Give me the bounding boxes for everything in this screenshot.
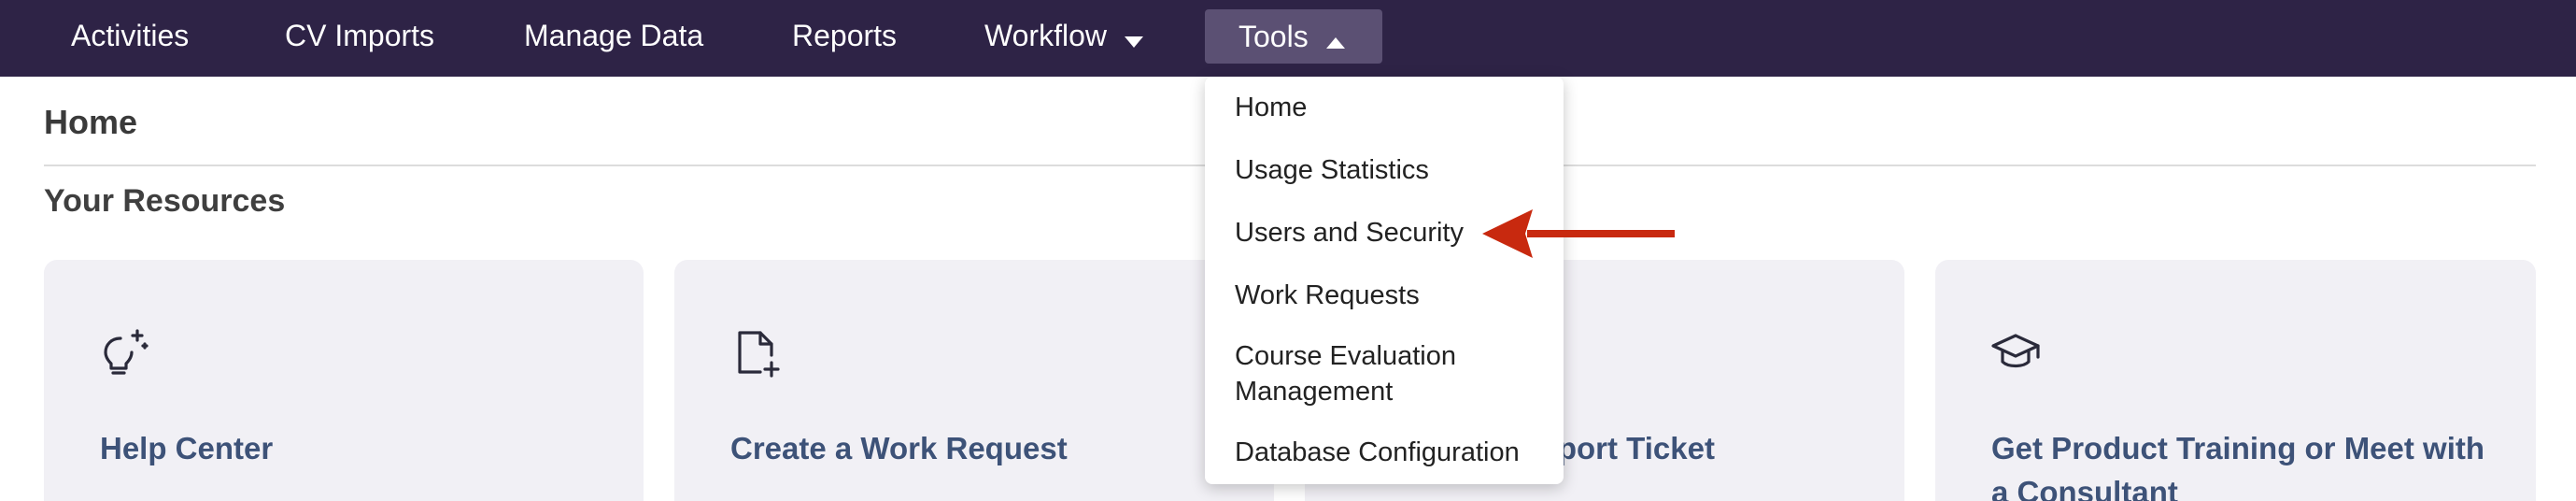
nav-activities[interactable]: Activities: [71, 0, 189, 71]
tools-dropdown-menu: Home Usage Statistics Users and Security…: [1205, 77, 1564, 484]
nav-tools-label: Tools: [1238, 20, 1309, 53]
menu-item-course-evaluation-management[interactable]: Course Evaluation Management: [1235, 338, 1545, 409]
section-title: Your Resources: [44, 183, 286, 219]
nav-tools[interactable]: Tools: [1205, 9, 1382, 64]
red-arrow-icon: [1480, 206, 1681, 262]
menu-item-home[interactable]: Home: [1235, 90, 1545, 125]
nav-workflow[interactable]: Workflow: [984, 0, 1144, 71]
nav-manage-data[interactable]: Manage Data: [524, 0, 703, 71]
card-title: Help Center: [100, 431, 274, 465]
caret-up-icon: [1325, 12, 1346, 66]
card-help-center[interactable]: Help Center: [44, 260, 644, 501]
file-plus-icon: [732, 327, 785, 379]
card-title: Create a Work Request: [730, 431, 1068, 465]
nav-reports[interactable]: Reports: [792, 0, 897, 71]
menu-item-work-requests[interactable]: Work Requests: [1235, 278, 1545, 313]
lightbulb-sparkle-icon: [98, 327, 150, 379]
menu-item-database-configuration[interactable]: Database Configuration: [1235, 435, 1545, 470]
menu-item-usage-statistics[interactable]: Usage Statistics: [1235, 152, 1545, 188]
caret-down-icon: [1124, 3, 1144, 74]
nav-workflow-label: Workflow: [984, 19, 1107, 52]
top-navbar: Activities CV Imports Manage Data Report…: [0, 0, 2576, 77]
card-create-work-request[interactable]: Create a Work Request: [674, 260, 1274, 501]
card-product-training[interactable]: Get Product Training or Meet with a Cons…: [1935, 260, 2536, 501]
page-title: Home: [44, 103, 138, 141]
graduation-cap-icon: [1989, 327, 2042, 379]
card-title: Get Product Training or Meet with a Cons…: [1991, 431, 2485, 501]
nav-cv-imports[interactable]: CV Imports: [285, 0, 434, 71]
